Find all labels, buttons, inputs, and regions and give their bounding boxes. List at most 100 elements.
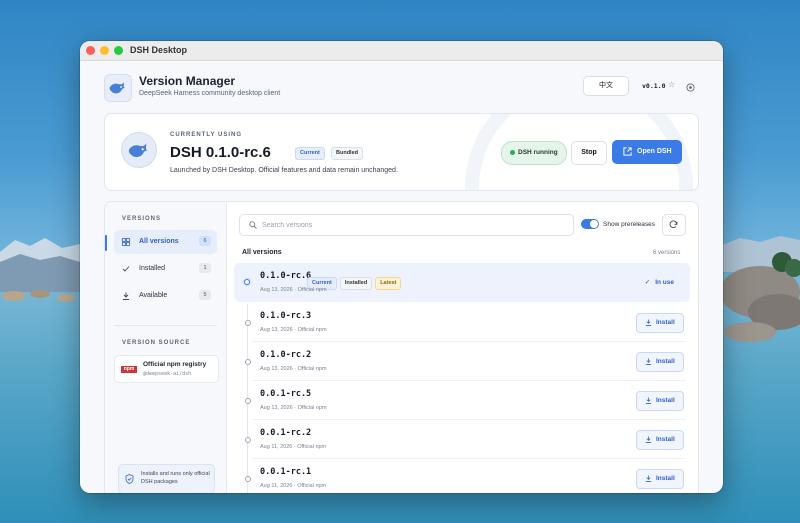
source-name: Official npm registry [143, 361, 207, 368]
timeline-dot [244, 279, 250, 285]
version-meta: Aug 11, 2026 · Official npm [260, 444, 327, 450]
list-title: All versions [242, 249, 282, 256]
stop-button[interactable]: Stop [571, 141, 607, 165]
close-window-button[interactable] [86, 46, 95, 55]
sidebar-item-installed[interactable]: Installed 1 [114, 257, 217, 281]
open-dsh-button[interactable]: Open DSH [612, 140, 682, 164]
sidebar: VERSIONS All versions 6 Installed 1 Avai… [105, 202, 227, 493]
sidebar-active-indicator [105, 235, 107, 251]
install-button[interactable]: Install [636, 391, 684, 411]
download-icon [645, 358, 652, 365]
grid-icon [122, 238, 130, 246]
download-icon [645, 319, 652, 326]
in-use-status: ✓ In use [644, 279, 674, 286]
installed-badge: Installed [339, 277, 373, 290]
bundled-badge: Bundled [331, 147, 363, 160]
whale-logo-icon [121, 132, 157, 168]
version-row: 0.0.1-rc.2 Aug 11, 2026 · Official npm I… [234, 420, 690, 459]
install-button[interactable]: Install [636, 430, 684, 450]
running-status-badge: DSH running [501, 141, 567, 165]
version-number: 0.1.0-rc.2 [260, 350, 312, 360]
download-icon [645, 475, 652, 482]
whale-logo-icon [104, 74, 132, 102]
sidebar-item-label: Available [139, 292, 168, 299]
app-window: DSH Desktop Version Manager DeepSeek Har… [80, 41, 723, 493]
versions-panel: VERSIONS All versions 6 Installed 1 Avai… [104, 201, 699, 493]
install-button[interactable]: Install [636, 313, 684, 333]
timeline-dot [245, 476, 251, 482]
sidebar-item-label: Installed [139, 265, 166, 272]
timeline-dot [245, 320, 251, 326]
timeline-dot [245, 398, 251, 404]
refresh-icon [669, 220, 678, 229]
zoom-window-button[interactable] [114, 46, 123, 55]
current-badge: Current [295, 147, 325, 160]
timeline-dot [245, 359, 251, 365]
current-version-card: CURRENTLY USING DSH 0.1.0-rc.6 Current B… [104, 113, 699, 191]
show-prereleases-toggle[interactable] [581, 219, 599, 229]
show-prereleases-label: Show prereleases [603, 221, 656, 228]
title-bar[interactable]: DSH Desktop [80, 41, 723, 61]
version-number: 0.1.0-rc.6 [260, 271, 312, 281]
current-description: Launched by DSH Desktop. Official featur… [170, 167, 398, 174]
install-button[interactable]: Install [636, 469, 684, 489]
window-title: DSH Desktop [130, 45, 188, 55]
version-row: 0.1.0-rc.2 Aug 13, 2026 · Official npm I… [234, 342, 690, 381]
version-number: 0.0.1-rc.1 [260, 467, 312, 477]
app-version-label: v0.1.0 [642, 82, 666, 90]
version-number: 0.0.1-rc.2 [260, 428, 312, 438]
version-row: 0.0.1-rc.1 Aug 11, 2026 · Official npm I… [234, 459, 690, 493]
latest-badge: Latest [375, 277, 402, 290]
sidebar-item-count: 1 [199, 263, 211, 273]
version-row[interactable]: 0.1.0-rc.6 Current Installed Latest Aug 13… [234, 263, 690, 302]
toggle-knob [590, 220, 598, 228]
download-icon [123, 292, 129, 300]
version-meta: Aug 13, 2026 · Official npm [260, 327, 327, 333]
official-notice: Installs and runs only official DSH pack… [118, 464, 215, 493]
version-number: 0.1.0-rc.3 [260, 311, 312, 321]
star-icon[interactable]: ☆ [668, 80, 675, 89]
external-link-icon [623, 147, 632, 156]
sidebar-item-label: All versions [139, 238, 179, 245]
npm-logo-icon: npm [121, 366, 137, 373]
version-meta: Aug 13, 2026 · Official npm [260, 366, 327, 372]
language-switch-button[interactable]: 中文 [583, 76, 629, 96]
sidebar-divider [114, 325, 217, 326]
version-source-card: npm Official npm registry @deepseek-ai/d… [114, 355, 219, 383]
shield-icon [125, 474, 134, 484]
versions-count: 6 versions [653, 250, 681, 256]
current-label: CURRENTLY USING [170, 132, 243, 138]
background-rocks-left [2, 290, 75, 302]
search-icon [249, 221, 257, 229]
refresh-button[interactable] [662, 214, 686, 236]
version-meta: Aug 13, 2026 · Official npm [260, 287, 327, 293]
source-package: @deepseek-ai/dsh [143, 371, 192, 377]
version-meta: Aug 11, 2026 · Official npm [260, 483, 327, 489]
current-version: DSH 0.1.0-rc.6 [170, 144, 271, 161]
version-number: 0.0.1-rc.5 [260, 389, 312, 399]
check-icon [122, 266, 130, 272]
minimize-window-button[interactable] [100, 46, 109, 55]
timeline-dot [245, 437, 251, 443]
search-input[interactable] [262, 218, 562, 232]
page-title: Version Manager [139, 74, 236, 88]
version-meta: Aug 13, 2026 · Official npm [260, 405, 327, 411]
sidebar-item-count: 5 [199, 290, 211, 300]
github-icon[interactable] [686, 79, 695, 97]
version-row: 0.1.0-rc.3 Aug 13, 2026 · Official npm I… [234, 303, 690, 342]
versions-heading: VERSIONS [122, 216, 162, 222]
check-icon: ✓ [644, 279, 651, 286]
sidebar-item-count: 6 [199, 236, 211, 246]
version-row: 0.0.1-rc.5 Aug 13, 2026 · Official npm I… [234, 381, 690, 420]
status-dot-icon [510, 150, 515, 155]
version-source-heading: VERSION SOURCE [122, 340, 191, 346]
install-button[interactable]: Install [636, 352, 684, 372]
search-box[interactable] [239, 214, 574, 236]
download-icon [645, 436, 652, 443]
download-icon [645, 397, 652, 404]
notice-text: Installs and runs only official DSH pack… [141, 471, 210, 485]
sidebar-item-available[interactable]: Available 5 [114, 284, 217, 308]
sidebar-item-all-versions[interactable]: All versions 6 [114, 230, 217, 254]
page-subtitle: DeepSeek Harness community desktop clien… [139, 90, 281, 97]
background-rocks-right [720, 236, 800, 342]
